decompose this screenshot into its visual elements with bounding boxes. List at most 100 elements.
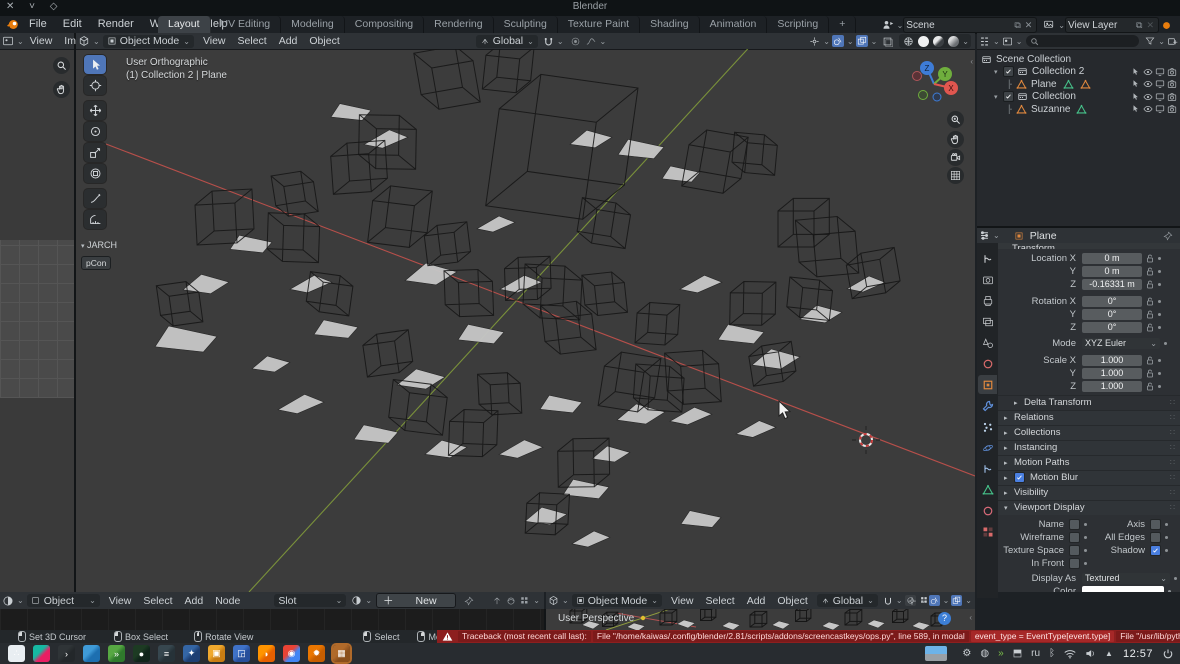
scale-field[interactable]: 1.000: [1082, 355, 1142, 366]
lock-icon[interactable]: [1146, 356, 1154, 365]
tab-sculpting[interactable]: Sculpting: [494, 16, 558, 33]
visibility-toggle-icon[interactable]: [1143, 104, 1153, 114]
shading-caret-icon[interactable]: ⌄: [962, 37, 969, 46]
updater-tray-icon[interactable]: »: [998, 648, 1004, 659]
shadow-checkbox[interactable]: [1150, 545, 1161, 556]
mode-dropdown[interactable]: Object Mode⌄: [103, 35, 194, 48]
material-caret-icon[interactable]: ⌄: [365, 596, 372, 605]
shading-solid-icon[interactable]: [918, 36, 929, 47]
viewport-disable-icon[interactable]: [1155, 92, 1165, 102]
wifi-icon[interactable]: [1064, 649, 1076, 659]
object-tab[interactable]: [978, 375, 997, 394]
section-motion-paths[interactable]: ▸Motion Paths∷: [998, 455, 1180, 470]
mini-type-caret-icon[interactable]: ⌄: [562, 596, 569, 605]
lock-icon[interactable]: [1146, 323, 1154, 332]
shader-editor-canvas[interactable]: [0, 609, 546, 630]
zoom-tool-icon[interactable]: [53, 57, 70, 74]
scene-browse-icon[interactable]: [882, 19, 894, 31]
proportional-edit-icon[interactable]: [570, 36, 581, 47]
tab-scripting[interactable]: Scripting: [767, 16, 829, 33]
manjaro-icon[interactable]: »: [108, 645, 125, 662]
rotate-tool[interactable]: [84, 122, 106, 141]
outliner-display-caret-icon[interactable]: ⌄: [1016, 37, 1023, 46]
mini-menu-view[interactable]: View: [665, 593, 700, 609]
filter-funnel-icon[interactable]: [1145, 36, 1155, 46]
orientation-dropdown[interactable]: Global⌄: [476, 35, 538, 48]
outliner-row-plane[interactable]: ┣Plane: [977, 78, 1180, 91]
in-front-checkbox[interactable]: [1069, 558, 1080, 569]
viewport-menu-object[interactable]: Object: [303, 33, 345, 49]
error-bar[interactable]: Traceback (most recent call last):File "…: [437, 630, 1180, 643]
lock-icon[interactable]: [1146, 382, 1154, 391]
collection-checkbox[interactable]: [1003, 66, 1014, 77]
animate-dot[interactable]: [1165, 549, 1168, 552]
viewport-zoom-icon[interactable]: [947, 111, 964, 128]
scale-tool[interactable]: [84, 143, 106, 162]
image-editor-menu-view[interactable]: View: [24, 33, 59, 49]
view-layer-caret-icon[interactable]: ⌄: [1058, 21, 1065, 30]
pan-hand-icon[interactable]: [53, 81, 70, 98]
render-disable-icon[interactable]: [1167, 104, 1177, 114]
object-color-swatch[interactable]: [1082, 586, 1164, 592]
selectable-toggle-icon[interactable]: [1131, 79, 1141, 89]
selectable-toggle-icon[interactable]: [1131, 104, 1141, 114]
viewport-type-caret-icon[interactable]: ⌄: [93, 37, 100, 46]
tab-shading[interactable]: Shading: [640, 16, 700, 33]
world-tab[interactable]: [978, 354, 997, 373]
volume-icon[interactable]: [1085, 648, 1096, 659]
viewport-pan-hand-icon[interactable]: [947, 131, 964, 148]
transform-tool[interactable]: [84, 164, 106, 183]
photo-viewer-icon[interactable]: ◲: [233, 645, 250, 662]
texture-tab[interactable]: [978, 522, 997, 541]
mini-gizmo-icon[interactable]: [907, 596, 917, 606]
shader-mode-dropdown[interactable]: Object⌄: [27, 594, 100, 607]
chrome-icon[interactable]: ◉: [283, 645, 300, 662]
viewport-menu-add[interactable]: Add: [273, 33, 304, 49]
view-layer-browse-icon[interactable]: [1043, 19, 1055, 31]
transform-field[interactable]: 0°: [1082, 296, 1142, 307]
camera-view-icon[interactable]: [947, 149, 964, 166]
shading-wireframe-icon[interactable]: [903, 36, 914, 47]
outliner-display-mode-icon[interactable]: [1002, 36, 1013, 47]
animate-dot[interactable]: [1158, 326, 1161, 329]
node-snap-icon[interactable]: [492, 596, 502, 606]
physics-tab[interactable]: [978, 438, 997, 457]
image-editor-type-icon[interactable]: [2, 35, 14, 47]
display-as-dropdown[interactable]: Textured⌄: [1082, 573, 1170, 584]
animate-dot[interactable]: [1158, 257, 1161, 260]
mini-menu-select[interactable]: Select: [700, 593, 741, 609]
annotate-tool[interactable]: [84, 189, 106, 208]
select-box-tool[interactable]: [84, 55, 106, 74]
new-material-button[interactable]: ＋New: [376, 593, 456, 608]
app-launcher-icon[interactable]: ∴: [8, 645, 25, 662]
filter-caret-icon[interactable]: ⌄: [1158, 37, 1165, 46]
outliner-type-icon[interactable]: [979, 36, 990, 47]
measure-tool[interactable]: [84, 210, 106, 229]
lock-icon[interactable]: [1146, 280, 1154, 289]
section-collections[interactable]: ▸Collections∷: [998, 425, 1180, 440]
name-checkbox[interactable]: [1069, 519, 1080, 530]
shading-rendered-icon[interactable]: [948, 36, 959, 47]
shader-menu-view[interactable]: View: [103, 593, 138, 609]
scene-tab[interactable]: [978, 333, 997, 352]
rotation-mode-dropdown[interactable]: XYZ Euler⌄: [1082, 338, 1160, 349]
render-disable-icon[interactable]: [1167, 79, 1177, 89]
mini-xray-icon[interactable]: [951, 595, 962, 606]
slot-dropdown[interactable]: Slot⌄: [274, 594, 346, 607]
menu-render[interactable]: Render: [90, 16, 142, 33]
lock-icon[interactable]: [1146, 297, 1154, 306]
power-icon[interactable]: [1162, 648, 1174, 660]
section-visibility[interactable]: ▸Visibility∷: [998, 485, 1180, 500]
animate-dot[interactable]: [1168, 590, 1171, 592]
shader-menu-add[interactable]: Add: [179, 593, 210, 609]
animate-dot[interactable]: [1158, 313, 1161, 316]
terminal-icon[interactable]: ›: [58, 645, 75, 662]
shader-editor-type-icon[interactable]: [2, 595, 14, 607]
menu-edit[interactable]: Edit: [55, 16, 90, 33]
section-relations[interactable]: ▸Relations∷: [998, 410, 1180, 425]
viewport-disable-icon[interactable]: [1155, 104, 1165, 114]
globe-app-icon[interactable]: ●: [133, 645, 150, 662]
shader-pin-icon[interactable]: [464, 596, 474, 606]
selectable-toggle-icon[interactable]: [1131, 67, 1141, 77]
transform-field[interactable]: 0°: [1082, 309, 1142, 320]
